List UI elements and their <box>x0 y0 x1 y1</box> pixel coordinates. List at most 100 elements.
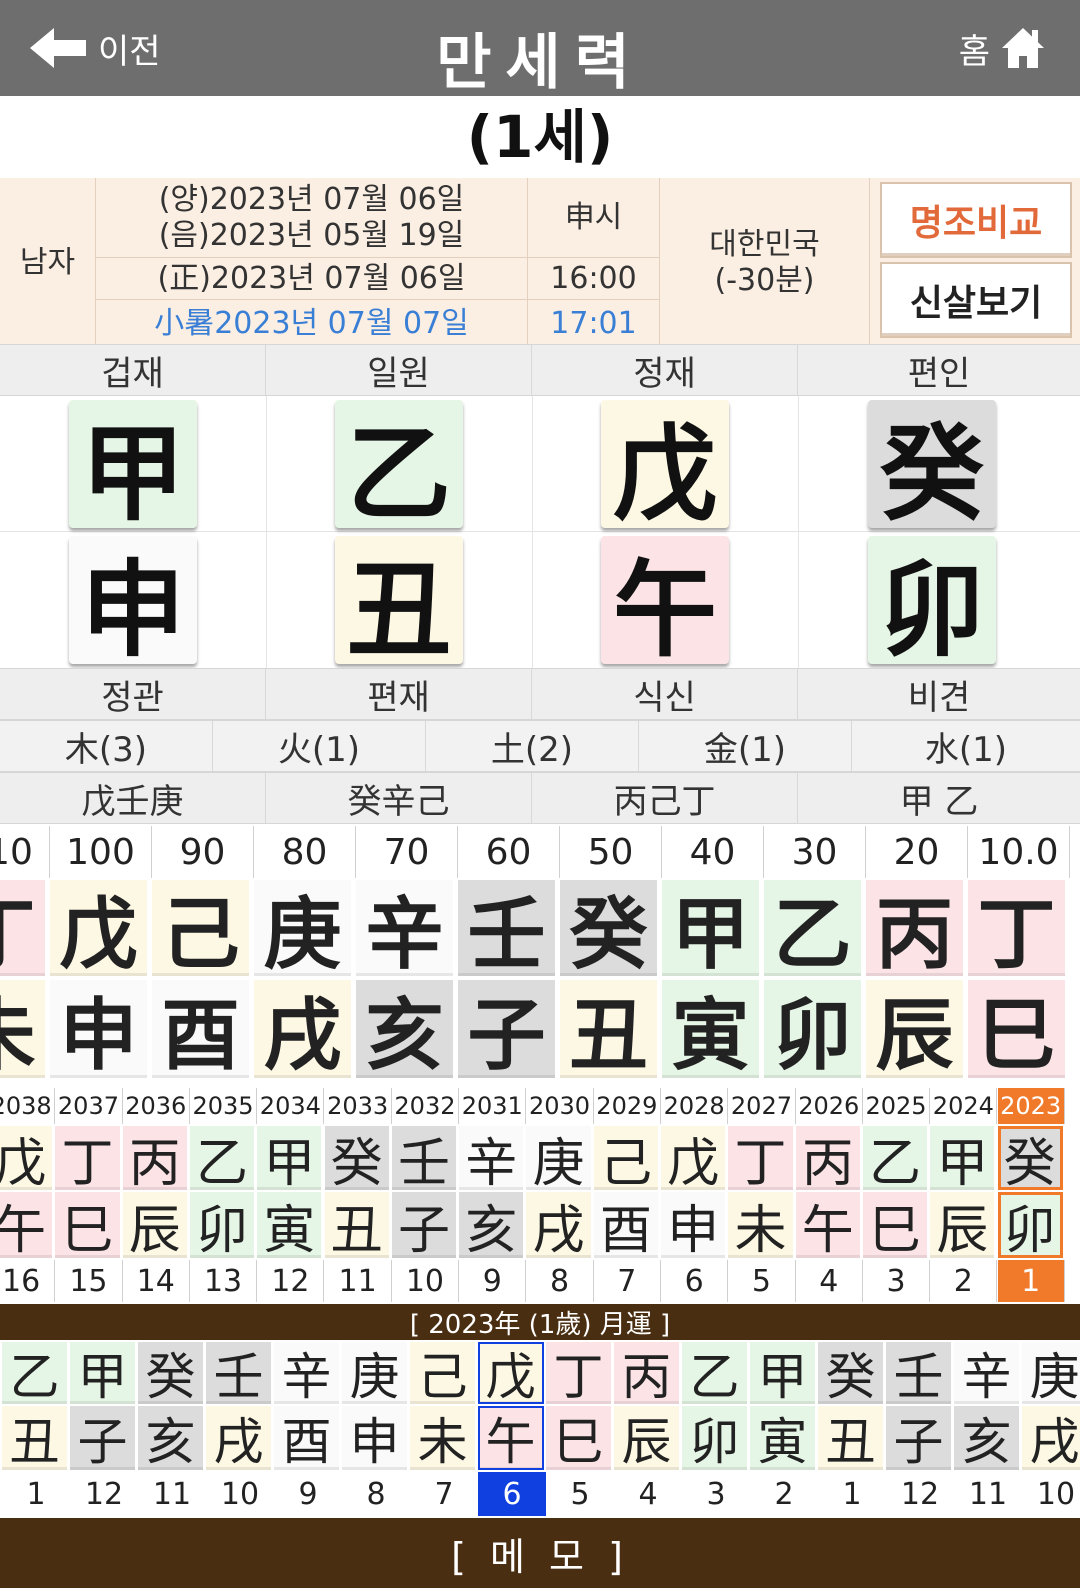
year-label[interactable]: 2025 <box>863 1088 931 1124</box>
yearly-stem[interactable]: 癸 <box>997 1126 1063 1194</box>
yearly-age[interactable]: 13 <box>190 1260 258 1302</box>
year-label[interactable]: 2037 <box>55 1088 123 1124</box>
month-number[interactable]: 12 <box>70 1472 138 1516</box>
monthly-stem[interactable]: 乙 <box>682 1342 748 1406</box>
yearly-branch[interactable]: 子 <box>391 1192 458 1261</box>
yearly-stem[interactable]: 辛 <box>459 1126 525 1194</box>
heavenly-stem-tile[interactable]: 乙 <box>335 400 463 535</box>
yearly-age[interactable]: 5 <box>728 1260 796 1302</box>
daewoon-branch[interactable]: 申 <box>50 980 148 1081</box>
monthly-branch[interactable]: 午 <box>478 1406 544 1471</box>
monthly-stem[interactable]: 庚 <box>1022 1342 1080 1406</box>
daewoon-stem[interactable]: 己 <box>152 880 250 980</box>
monthly-stem[interactable]: 癸 <box>138 1342 204 1406</box>
yearly-age[interactable]: 12 <box>257 1260 325 1302</box>
earthly-branch-tile[interactable]: 午 <box>601 536 729 671</box>
year-label[interactable]: 2035 <box>190 1088 258 1124</box>
monthly-branch[interactable]: 戌 <box>1022 1406 1080 1471</box>
month-number[interactable]: 2 <box>750 1472 818 1516</box>
monthly-branch[interactable]: 卯 <box>682 1406 748 1471</box>
memo-button[interactable]: [ 메 모 ] <box>0 1518 1080 1588</box>
yearly-branch[interactable]: 酉 <box>593 1192 659 1261</box>
monthly-branch[interactable]: 丑 <box>818 1406 884 1471</box>
monthly-branch[interactable]: 戌 <box>206 1406 272 1471</box>
monthly-branch[interactable]: 亥 <box>138 1406 204 1471</box>
shinsal-view-button[interactable]: 신살보기 <box>880 262 1072 338</box>
yearly-age[interactable]: 10 <box>392 1260 460 1302</box>
monthly-branch[interactable]: 子 <box>70 1406 136 1471</box>
month-number[interactable]: 12 <box>886 1472 954 1516</box>
month-number[interactable]: 6 <box>478 1472 546 1516</box>
yearly-stem[interactable]: 甲 <box>257 1126 323 1194</box>
yearly-stem[interactable]: 丁 <box>55 1126 121 1194</box>
daewoon-stem[interactable]: 乙 <box>764 880 862 980</box>
year-label[interactable]: 2031 <box>459 1088 527 1124</box>
yearly-age[interactable]: 16 <box>0 1260 56 1302</box>
daewoon-stem[interactable]: 丁 <box>968 880 1066 980</box>
yearly-stem[interactable]: 戊 <box>0 1126 54 1194</box>
yearly-branch[interactable]: 亥 <box>459 1192 525 1261</box>
monthly-stem[interactable]: 丙 <box>614 1342 680 1406</box>
daewoon-branch[interactable]: 卯 <box>764 980 862 1081</box>
monthly-stem[interactable]: 庚 <box>342 1342 408 1406</box>
yearly-age[interactable]: 3 <box>863 1260 931 1302</box>
month-number[interactable]: 4 <box>614 1472 682 1516</box>
yearly-branch[interactable]: 卯 <box>997 1192 1063 1261</box>
yearly-stem[interactable]: 乙 <box>189 1126 256 1194</box>
yearly-stem[interactable]: 庚 <box>526 1126 592 1194</box>
yearly-stem[interactable]: 壬 <box>391 1126 458 1194</box>
month-number[interactable]: 1 <box>2 1472 70 1516</box>
daewoon-branch[interactable]: 子 <box>458 980 556 1081</box>
yearly-branch[interactable]: 未 <box>728 1192 794 1261</box>
yearly-branch[interactable]: 申 <box>661 1192 727 1261</box>
monthly-stem[interactable]: 己 <box>410 1342 476 1406</box>
year-label[interactable]: 2036 <box>123 1088 190 1124</box>
daewoon-branch[interactable]: 丑 <box>560 980 658 1081</box>
yearly-age[interactable]: 8 <box>526 1260 594 1302</box>
yearly-stem[interactable]: 丁 <box>728 1126 794 1194</box>
daewoon-branch[interactable]: 酉 <box>152 980 250 1081</box>
year-label[interactable]: 2026 <box>796 1088 863 1124</box>
monthly-stem[interactable]: 壬 <box>206 1342 272 1406</box>
monthly-branch[interactable]: 丑 <box>2 1406 68 1471</box>
month-number[interactable]: 11 <box>954 1472 1022 1516</box>
daewoon-stem[interactable]: 癸 <box>560 880 658 980</box>
yearly-branch[interactable]: 戌 <box>526 1192 592 1261</box>
year-label[interactable]: 2033 <box>325 1088 392 1124</box>
monthly-stem[interactable]: 辛 <box>274 1342 340 1406</box>
month-number[interactable]: 9 <box>274 1472 342 1516</box>
yearly-branch[interactable]: 寅 <box>257 1192 323 1261</box>
month-number[interactable]: 10 <box>1022 1472 1080 1516</box>
monthly-branch[interactable]: 子 <box>886 1406 952 1471</box>
year-label[interactable]: 2028 <box>661 1088 729 1124</box>
daewoon-branch[interactable]: 辰 <box>866 980 964 1081</box>
monthly-branch[interactable]: 申 <box>342 1406 408 1471</box>
yearly-age[interactable]: 9 <box>459 1260 527 1302</box>
monthly-stem[interactable]: 乙 <box>2 1342 68 1406</box>
monthly-stem[interactable]: 甲 <box>750 1342 816 1406</box>
yearly-age[interactable]: 1 <box>997 1260 1065 1302</box>
year-label[interactable]: 2030 <box>526 1088 594 1124</box>
yearly-age[interactable]: 15 <box>55 1260 123 1302</box>
year-label[interactable]: 2038 <box>0 1088 56 1124</box>
monthly-stem[interactable]: 辛 <box>954 1342 1020 1406</box>
yearly-age[interactable]: 4 <box>796 1260 863 1302</box>
month-number[interactable]: 11 <box>138 1472 206 1516</box>
yearly-stem[interactable]: 乙 <box>862 1126 929 1194</box>
yearly-age[interactable]: 7 <box>594 1260 661 1302</box>
daewoon-branch[interactable]: 亥 <box>356 980 454 1081</box>
month-number[interactable]: 8 <box>342 1472 410 1516</box>
daewoon-stem[interactable]: 辛 <box>356 880 454 980</box>
yearly-branch[interactable]: 丑 <box>324 1192 390 1261</box>
year-label[interactable]: 2032 <box>392 1088 460 1124</box>
yearly-stem[interactable]: 戊 <box>661 1126 727 1194</box>
daewoon-branch[interactable]: 巳 <box>968 980 1066 1081</box>
month-number[interactable]: 3 <box>682 1472 750 1516</box>
monthly-stem[interactable]: 壬 <box>886 1342 952 1406</box>
year-label[interactable]: 2027 <box>728 1088 796 1124</box>
monthly-branch[interactable]: 亥 <box>954 1406 1020 1471</box>
yearly-branch[interactable]: 卯 <box>189 1192 256 1261</box>
month-number[interactable]: 7 <box>410 1472 478 1516</box>
monthly-stem[interactable]: 甲 <box>70 1342 136 1406</box>
monthly-stem[interactable]: 癸 <box>818 1342 884 1406</box>
